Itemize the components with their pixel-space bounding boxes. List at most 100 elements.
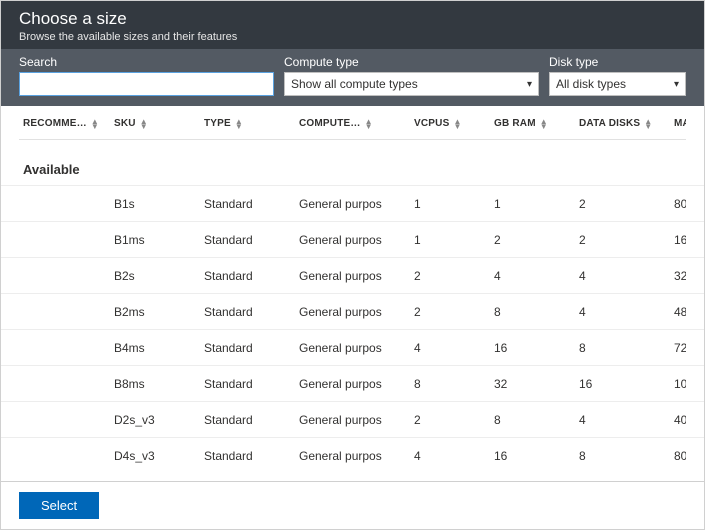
cell-sku: B1ms [114, 233, 204, 247]
cell-ram: 8 [494, 305, 579, 319]
compute-type-value: Show all compute types [291, 77, 418, 91]
table-row[interactable]: B2msStandardGeneral purpos2844800 [1, 293, 704, 329]
sort-icon: ▲▼ [540, 119, 548, 129]
cell-ram: 2 [494, 233, 579, 247]
cell-vcpus: 2 [414, 305, 494, 319]
cell-iops: 1600 [674, 233, 686, 247]
cell-ram: 32 [494, 377, 579, 391]
cell-type: Standard [204, 197, 299, 211]
cell-type: Standard [204, 341, 299, 355]
sort-icon: ▲▼ [91, 119, 99, 129]
cell-compute: General purpos [299, 197, 414, 211]
cell-vcpus: 1 [414, 233, 494, 247]
cell-type: Standard [204, 305, 299, 319]
cell-sku: D2s_v3 [114, 413, 204, 427]
search-label: Search [19, 55, 274, 69]
cell-type: Standard [204, 269, 299, 283]
search-input[interactable] [19, 72, 274, 96]
cell-disks: 16 [579, 377, 674, 391]
sort-icon: ▲▼ [140, 119, 148, 129]
table-row[interactable]: B8msStandardGeneral purpos8321610800 [1, 365, 704, 401]
panel-header: Choose a size Browse the available sizes… [1, 1, 704, 49]
table-row[interactable]: B4msStandardGeneral purpos41687200 [1, 329, 704, 365]
cell-vcpus: 2 [414, 413, 494, 427]
cell-disks: 4 [579, 413, 674, 427]
cell-iops: 4800 [674, 305, 686, 319]
disk-type-value: All disk types [556, 77, 626, 91]
cell-ram: 4 [494, 269, 579, 283]
cell-disks: 2 [579, 197, 674, 211]
cell-compute: General purpos [299, 233, 414, 247]
cell-iops: 10800 [674, 377, 686, 391]
chevron-down-icon: ▾ [674, 79, 679, 90]
chevron-down-icon: ▾ [527, 79, 532, 90]
table-row[interactable]: B2sStandardGeneral purpos2443200 [1, 257, 704, 293]
cell-sku: B2s [114, 269, 204, 283]
cell-iops: 800 [674, 197, 686, 211]
col-ram[interactable]: GB RAM▲▼ [494, 118, 579, 129]
cell-vcpus: 2 [414, 269, 494, 283]
table-row[interactable]: D2s_v3StandardGeneral purpos2844000 [1, 401, 704, 437]
compute-type-label: Compute type [284, 55, 539, 69]
cell-iops: 3200 [674, 269, 686, 283]
col-iops[interactable]: MAX IOP [674, 118, 686, 129]
cell-type: Standard [204, 377, 299, 391]
cell-type: Standard [204, 413, 299, 427]
col-sku[interactable]: SKU▲▼ [114, 118, 204, 129]
panel-title: Choose a size [19, 9, 686, 29]
cell-disks: 4 [579, 305, 674, 319]
compute-type-select[interactable]: Show all compute types ▾ [284, 72, 539, 96]
cell-compute: General purpos [299, 341, 414, 355]
cell-sku: B1s [114, 197, 204, 211]
table-row[interactable]: B1sStandardGeneral purpos112800 [1, 185, 704, 221]
cell-disks: 4 [579, 269, 674, 283]
col-disks[interactable]: DATA DISKS▲▼ [579, 118, 674, 129]
cell-ram: 16 [494, 449, 579, 463]
panel-subtitle: Browse the available sizes and their fea… [19, 31, 686, 43]
cell-type: Standard [204, 233, 299, 247]
cell-vcpus: 8 [414, 377, 494, 391]
table-row[interactable]: B1msStandardGeneral purpos1221600 [1, 221, 704, 257]
select-button[interactable]: Select [19, 492, 99, 519]
sort-icon: ▲▼ [644, 119, 652, 129]
disk-type-filter: Disk type All disk types ▾ [549, 55, 686, 96]
size-picker-panel: Choose a size Browse the available sizes… [0, 0, 705, 530]
cell-compute: General purpos [299, 449, 414, 463]
col-recommended[interactable]: RECOMME…▲▼ [19, 118, 114, 129]
cell-ram: 1 [494, 197, 579, 211]
filter-bar: Search Compute type Show all compute typ… [1, 49, 704, 106]
cell-sku: B8ms [114, 377, 204, 391]
cell-type: Standard [204, 449, 299, 463]
sort-icon: ▲▼ [365, 119, 373, 129]
sort-icon: ▲▼ [235, 119, 243, 129]
group-available: Available [1, 140, 704, 185]
footer-bar: Select [1, 481, 704, 529]
cell-compute: General purpos [299, 269, 414, 283]
table-row[interactable]: D4s_v3StandardGeneral purpos41688000 [1, 437, 704, 473]
cell-disks: 8 [579, 449, 674, 463]
compute-type-filter: Compute type Show all compute types ▾ [284, 55, 539, 96]
cell-vcpus: 1 [414, 197, 494, 211]
cell-sku: B4ms [114, 341, 204, 355]
sort-icon: ▲▼ [453, 119, 461, 129]
cell-compute: General purpos [299, 305, 414, 319]
col-compute[interactable]: COMPUTE…▲▼ [299, 118, 414, 129]
column-headers: RECOMME…▲▼ SKU▲▼ TYPE▲▼ COMPUTE…▲▼ VCPUS… [19, 106, 686, 140]
cell-disks: 8 [579, 341, 674, 355]
cell-compute: General purpos [299, 377, 414, 391]
cell-disks: 2 [579, 233, 674, 247]
cell-sku: B2ms [114, 305, 204, 319]
disk-type-label: Disk type [549, 55, 686, 69]
cell-iops: 8000 [674, 449, 686, 463]
search-filter: Search [19, 55, 274, 96]
cell-iops: 7200 [674, 341, 686, 355]
cell-ram: 8 [494, 413, 579, 427]
cell-compute: General purpos [299, 413, 414, 427]
disk-type-select[interactable]: All disk types ▾ [549, 72, 686, 96]
cell-vcpus: 4 [414, 449, 494, 463]
col-vcpus[interactable]: VCPUS▲▼ [414, 118, 494, 129]
cell-sku: D4s_v3 [114, 449, 204, 463]
cell-vcpus: 4 [414, 341, 494, 355]
col-type[interactable]: TYPE▲▼ [204, 118, 299, 129]
cell-iops: 4000 [674, 413, 686, 427]
